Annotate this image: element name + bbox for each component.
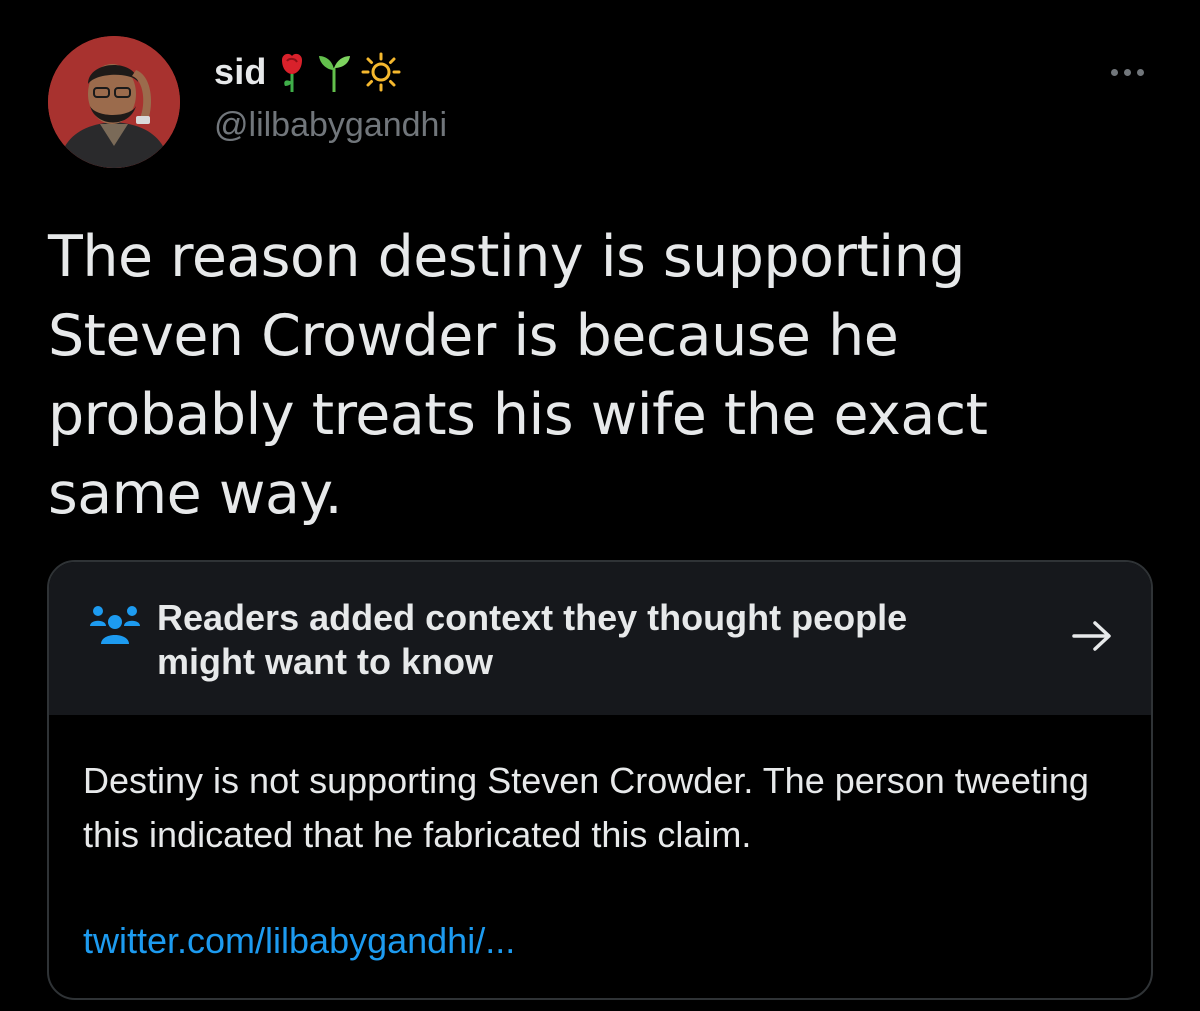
arrow-right-icon[interactable] (1071, 618, 1113, 659)
more-dot-icon (1136, 68, 1144, 76)
avatar[interactable] (48, 36, 180, 168)
community-note-body: Destiny is not supporting Steven Crowder… (83, 760, 1089, 855)
rose-icon (277, 52, 307, 92)
community-note[interactable]: Readers added context they thought peopl… (47, 560, 1153, 1000)
more-dot-icon (1110, 68, 1118, 76)
community-note-header[interactable]: Readers added context they thought peopl… (49, 562, 1151, 715)
sun-icon (361, 52, 401, 92)
community-note-link[interactable]: twitter.com/lilbabygandhi/... (83, 920, 515, 962)
tweet-text: The reason destiny is supporting Steven … (48, 224, 988, 527)
more-options-button[interactable] (1100, 58, 1154, 86)
more-dot-icon (1123, 68, 1131, 76)
author-name-row: sid (214, 50, 401, 94)
author-handle[interactable]: @lilbabygandhi (214, 106, 447, 145)
community-note-title: Readers added context they thought peopl… (157, 597, 908, 682)
seedling-icon (317, 52, 351, 92)
display-name[interactable]: sid (214, 51, 267, 93)
tweet: sid @lilbabygandhi The reason destiny is… (0, 0, 1200, 1011)
people-icon (89, 602, 141, 651)
avatar-image (48, 36, 180, 168)
